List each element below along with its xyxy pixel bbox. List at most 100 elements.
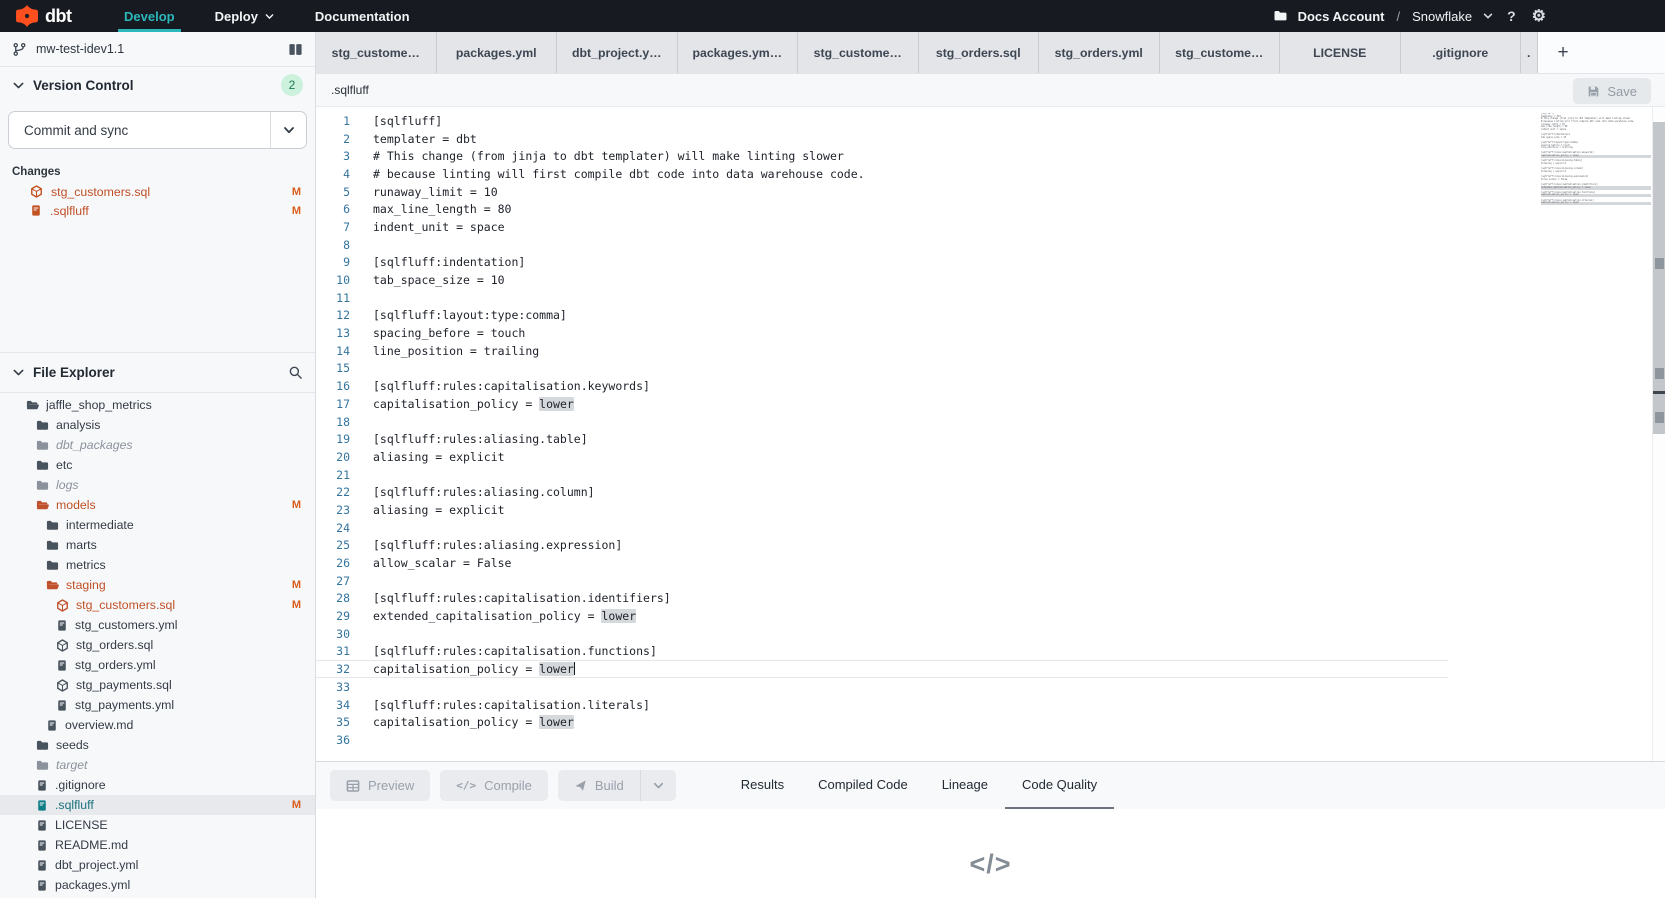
tree-item-staging[interactable]: stagingM — [0, 575, 315, 595]
tree-item-analysis[interactable]: analysis — [0, 415, 315, 435]
change-row[interactable]: .sqlfluffM — [0, 201, 315, 220]
branch-row[interactable]: mw-test-idev1.1 — [0, 32, 315, 67]
tree-item-README.md[interactable]: README.md — [0, 835, 315, 855]
code-line-6[interactable]: 6max_line_length = 80 — [316, 200, 1665, 218]
tree-item-.sqlfluff[interactable]: .sqlfluffM — [0, 795, 315, 815]
tree-item-stg_customers.yml[interactable]: stg_customers.yml — [0, 615, 315, 635]
tree-item-intermediate[interactable]: intermediate — [0, 515, 315, 535]
code-line-23[interactable]: 23aliasing = explicit — [316, 501, 1665, 519]
code-line-12[interactable]: 12[sqlfluff:layout:type:comma] — [316, 307, 1665, 325]
commit-and-sync-button[interactable]: Commit and sync — [8, 111, 307, 149]
connection-chevron-icon[interactable] — [1482, 10, 1494, 22]
code-line-31[interactable]: 31[sqlfluff:rules:capitalisation.functio… — [316, 643, 1665, 661]
editor-tab-2[interactable]: dbt_project.y… — [557, 32, 678, 73]
code-line-25[interactable]: 25[sqlfluff:rules:aliasing.expression] — [316, 537, 1665, 555]
code-line-4[interactable]: 4# because linting will first compile db… — [316, 165, 1665, 183]
code-line-36[interactable]: 36 — [316, 731, 1665, 749]
commit-options-chevron-icon[interactable] — [270, 112, 306, 148]
code-line-16[interactable]: 16[sqlfluff:rules:capitalisation.keyword… — [316, 377, 1665, 395]
results-tab-compiled-code[interactable]: Compiled Code — [801, 762, 925, 809]
scrollbar-thumb[interactable] — [1653, 122, 1665, 434]
editor-scrollbar[interactable] — [1652, 107, 1665, 761]
tree-item-overview.md[interactable]: overview.md — [0, 715, 315, 735]
code-line-17[interactable]: 17capitalisation_policy = lower — [316, 395, 1665, 413]
code-line-2[interactable]: 2templater = dbt — [316, 130, 1665, 148]
tree-item-stg_payments.yml[interactable]: stg_payments.yml — [0, 695, 315, 715]
tree-item-stg_orders.yml[interactable]: stg_orders.yml — [0, 655, 315, 675]
compile-button[interactable]: </>Compile — [440, 770, 548, 801]
nav-item-documentation[interactable]: Documentation — [295, 0, 430, 32]
code-line-13[interactable]: 13spacing_before = touch — [316, 324, 1665, 342]
tree-item-stg_orders.sql[interactable]: stg_orders.sql — [0, 635, 315, 655]
build-button[interactable]: Build — [558, 770, 640, 801]
code-line-7[interactable]: 7indent_unit = space — [316, 218, 1665, 236]
code-line-18[interactable]: 18 — [316, 413, 1665, 431]
account-name[interactable]: Docs Account — [1298, 9, 1385, 24]
tree-item-metrics[interactable]: metrics — [0, 555, 315, 575]
code-line-35[interactable]: 35capitalisation_policy = lower — [316, 713, 1665, 731]
code-line-27[interactable]: 27 — [316, 572, 1665, 590]
results-tab-lineage[interactable]: Lineage — [925, 762, 1005, 809]
code-line-26[interactable]: 26allow_scalar = False — [316, 554, 1665, 572]
editor-tab-0[interactable]: stg_custome… — [316, 32, 437, 73]
tree-item-.gitignore[interactable]: .gitignore — [0, 775, 315, 795]
code-line-9[interactable]: 9[sqlfluff:indentation] — [316, 254, 1665, 272]
editor-tab-4[interactable]: stg_custome… — [798, 32, 919, 73]
code-line-24[interactable]: 24 — [316, 519, 1665, 537]
editor-tab-7[interactable]: stg_custome… — [1160, 32, 1281, 73]
change-row[interactable]: stg_customers.sqlM — [0, 182, 315, 201]
code-line-15[interactable]: 15 — [316, 360, 1665, 378]
search-icon[interactable] — [288, 365, 303, 380]
tree-item-packages.yml[interactable]: packages.yml — [0, 875, 315, 895]
editor-tab-6[interactable]: stg_orders.yml — [1039, 32, 1160, 73]
editor-tab-9[interactable]: .gitignore — [1401, 32, 1522, 73]
new-tab-button[interactable]: + — [1548, 32, 1578, 73]
code-line-8[interactable]: 8 — [316, 236, 1665, 254]
connection-name[interactable]: Snowflake — [1412, 9, 1472, 24]
tree-item-dbt_packages[interactable]: dbt_packages — [0, 435, 315, 455]
editor-tab-8[interactable]: LICENSE — [1280, 32, 1401, 73]
code-line-32[interactable]: 32capitalisation_policy = lower — [316, 660, 1665, 678]
editor-tab-3[interactable]: packages.ym… — [678, 32, 799, 73]
code-line-1[interactable]: 1[sqlfluff] — [316, 112, 1665, 130]
tree-item-marts[interactable]: marts — [0, 535, 315, 555]
tree-item-jaffle_shop_metrics[interactable]: jaffle_shop_metrics — [0, 395, 315, 415]
code-line-20[interactable]: 20aliasing = explicit — [316, 448, 1665, 466]
editor-minimap[interactable]: [sqlfluff] templater = dbt # This change… — [1541, 113, 1651, 223]
editor-tab-1[interactable]: packages.yml — [437, 32, 558, 73]
editor-tab-10[interactable]: . — [1521, 32, 1538, 73]
editor-tab-5[interactable]: stg_orders.sql — [919, 32, 1040, 73]
code-line-30[interactable]: 30 — [316, 625, 1665, 643]
code-line-34[interactable]: 34[sqlfluff:rules:capitalisation.literal… — [316, 696, 1665, 714]
panel-columns-icon[interactable] — [288, 42, 303, 57]
build-options-chevron-icon[interactable] — [640, 770, 676, 801]
code-line-3[interactable]: 3# This change (from jinja to dbt templa… — [316, 147, 1665, 165]
preview-button[interactable]: Preview — [330, 770, 430, 801]
results-tab-code-quality[interactable]: Code Quality — [1005, 762, 1114, 809]
dbt-logo[interactable]: dbt — [0, 5, 104, 27]
code-line-29[interactable]: 29extended_capitalisation_policy = lower — [316, 607, 1665, 625]
version-control-header[interactable]: Version Control 2 — [0, 67, 315, 103]
code-line-22[interactable]: 22[sqlfluff:rules:aliasing.column] — [316, 483, 1665, 501]
tree-item-LICENSE[interactable]: LICENSE — [0, 815, 315, 835]
code-line-14[interactable]: 14line_position = trailing — [316, 342, 1665, 360]
nav-item-develop[interactable]: Develop — [104, 0, 195, 32]
save-button[interactable]: Save — [1573, 78, 1651, 104]
code-line-5[interactable]: 5runaway_limit = 10 — [316, 183, 1665, 201]
help-icon[interactable]: ? — [1504, 8, 1519, 24]
tree-item-dbt_project.yml[interactable]: dbt_project.yml — [0, 855, 315, 875]
code-line-19[interactable]: 19[sqlfluff:rules:aliasing.table] — [316, 430, 1665, 448]
code-editor[interactable]: 1[sqlfluff]2templater = dbt3# This chang… — [316, 107, 1665, 761]
code-line-21[interactable]: 21 — [316, 466, 1665, 484]
tree-item-target[interactable]: target — [0, 755, 315, 775]
code-line-10[interactable]: 10tab_space_size = 10 — [316, 271, 1665, 289]
tree-item-stg_payments.sql[interactable]: stg_payments.sql — [0, 675, 315, 695]
nav-item-deploy[interactable]: Deploy — [195, 0, 295, 32]
code-line-11[interactable]: 11 — [316, 289, 1665, 307]
tree-item-seeds[interactable]: seeds — [0, 735, 315, 755]
code-line-33[interactable]: 33 — [316, 678, 1665, 696]
code-line-28[interactable]: 28[sqlfluff:rules:capitalisation.identif… — [316, 590, 1665, 608]
tree-item-etc[interactable]: etc — [0, 455, 315, 475]
tree-item-stg_customers.sql[interactable]: stg_customers.sqlM — [0, 595, 315, 615]
settings-gear-icon[interactable]: ⚙ — [1529, 6, 1549, 26]
